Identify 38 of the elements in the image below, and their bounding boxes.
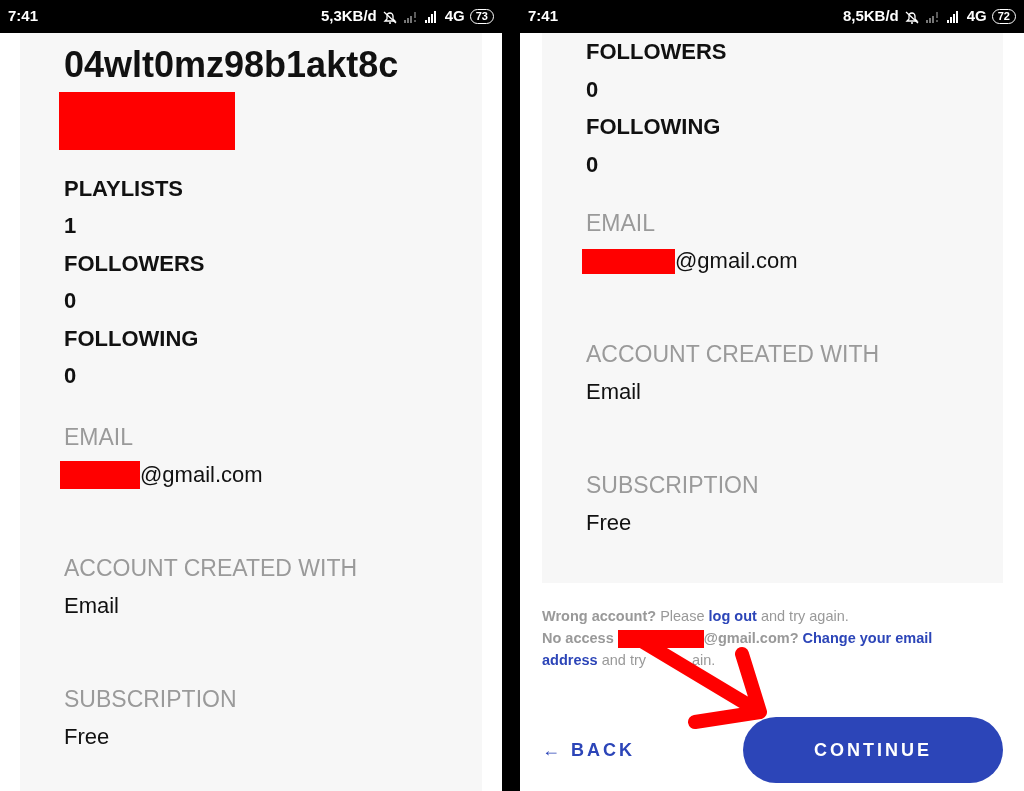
back-button[interactable]: ← BACK (542, 736, 635, 764)
stat-value: 0 (64, 287, 77, 315)
stat-value: 0 (586, 75, 599, 104)
field-value: Email (586, 378, 641, 406)
stat-label: PLAYLISTS (64, 174, 183, 203)
continue-button[interactable]: CONTINUE (743, 717, 1003, 783)
field-value: @gmail.com (140, 461, 263, 489)
field-value: Free (586, 509, 632, 537)
help-text: Wrong account? Please log out and try again. (542, 607, 850, 626)
field-label: ACCOUNT CREATED WITH (586, 340, 880, 369)
stat-label: FOLLOWERS (64, 249, 205, 278)
stat-label: FOLLOWING (64, 324, 199, 353)
network-speed: 8,5KB/d (842, 6, 899, 27)
field-label: SUBSCRIPTION (586, 471, 759, 500)
field-label: SUBSCRIPTION (64, 685, 237, 714)
status-time: 7:41 (8, 6, 39, 27)
signal-icon (924, 9, 941, 24)
field-value: Email (64, 592, 119, 620)
network-type: 4G (444, 6, 465, 27)
help-link[interactable]: address (542, 652, 598, 668)
signal-icon (402, 9, 419, 24)
stat-label: FOLLOWERS (586, 38, 727, 66)
stat-value: 0 (64, 362, 77, 390)
stat-value: 0 (586, 150, 599, 179)
stat-value: 1 (64, 212, 77, 240)
status-time: 7:41 (528, 6, 559, 27)
help-link[interactable]: log out (708, 608, 757, 624)
field-label: EMAIL (586, 209, 656, 238)
username: 04wlt0mz98b1akt8c (64, 43, 399, 85)
stat-label: FOLLOWING (586, 113, 721, 141)
network-speed: 5,3KB/d (320, 6, 377, 27)
field-value: Free (64, 723, 110, 751)
network-type: 4G (966, 6, 987, 27)
field-value: @gmail.com (675, 247, 798, 275)
help-text: No access @gmail.com? Change your email address and try ain. (542, 629, 934, 670)
help-link[interactable]: Change your email (802, 630, 933, 646)
field-label: EMAIL (64, 423, 134, 452)
field-label: ACCOUNT CREATED WITH (64, 554, 358, 583)
